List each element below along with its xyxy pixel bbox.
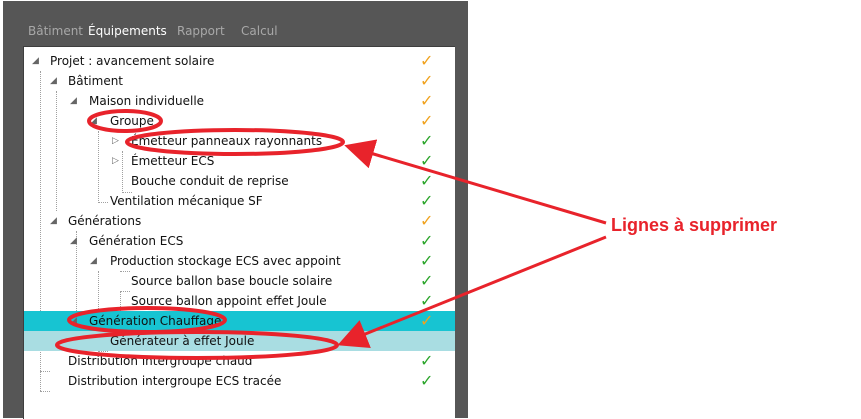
annotation-ellipse-emetteur <box>125 128 345 156</box>
annotation-arrow-upper <box>344 139 607 225</box>
annotation-ellipse-groupe <box>87 109 163 133</box>
annotation-label: Lignes à supprimer <box>611 215 778 235</box>
annotation-arrow-lower <box>337 235 607 348</box>
annotation-ellipse-generation-chauffage <box>67 306 227 334</box>
annotation-ellipse-generateur <box>55 330 339 360</box>
annotation-overlay <box>55 109 607 360</box>
